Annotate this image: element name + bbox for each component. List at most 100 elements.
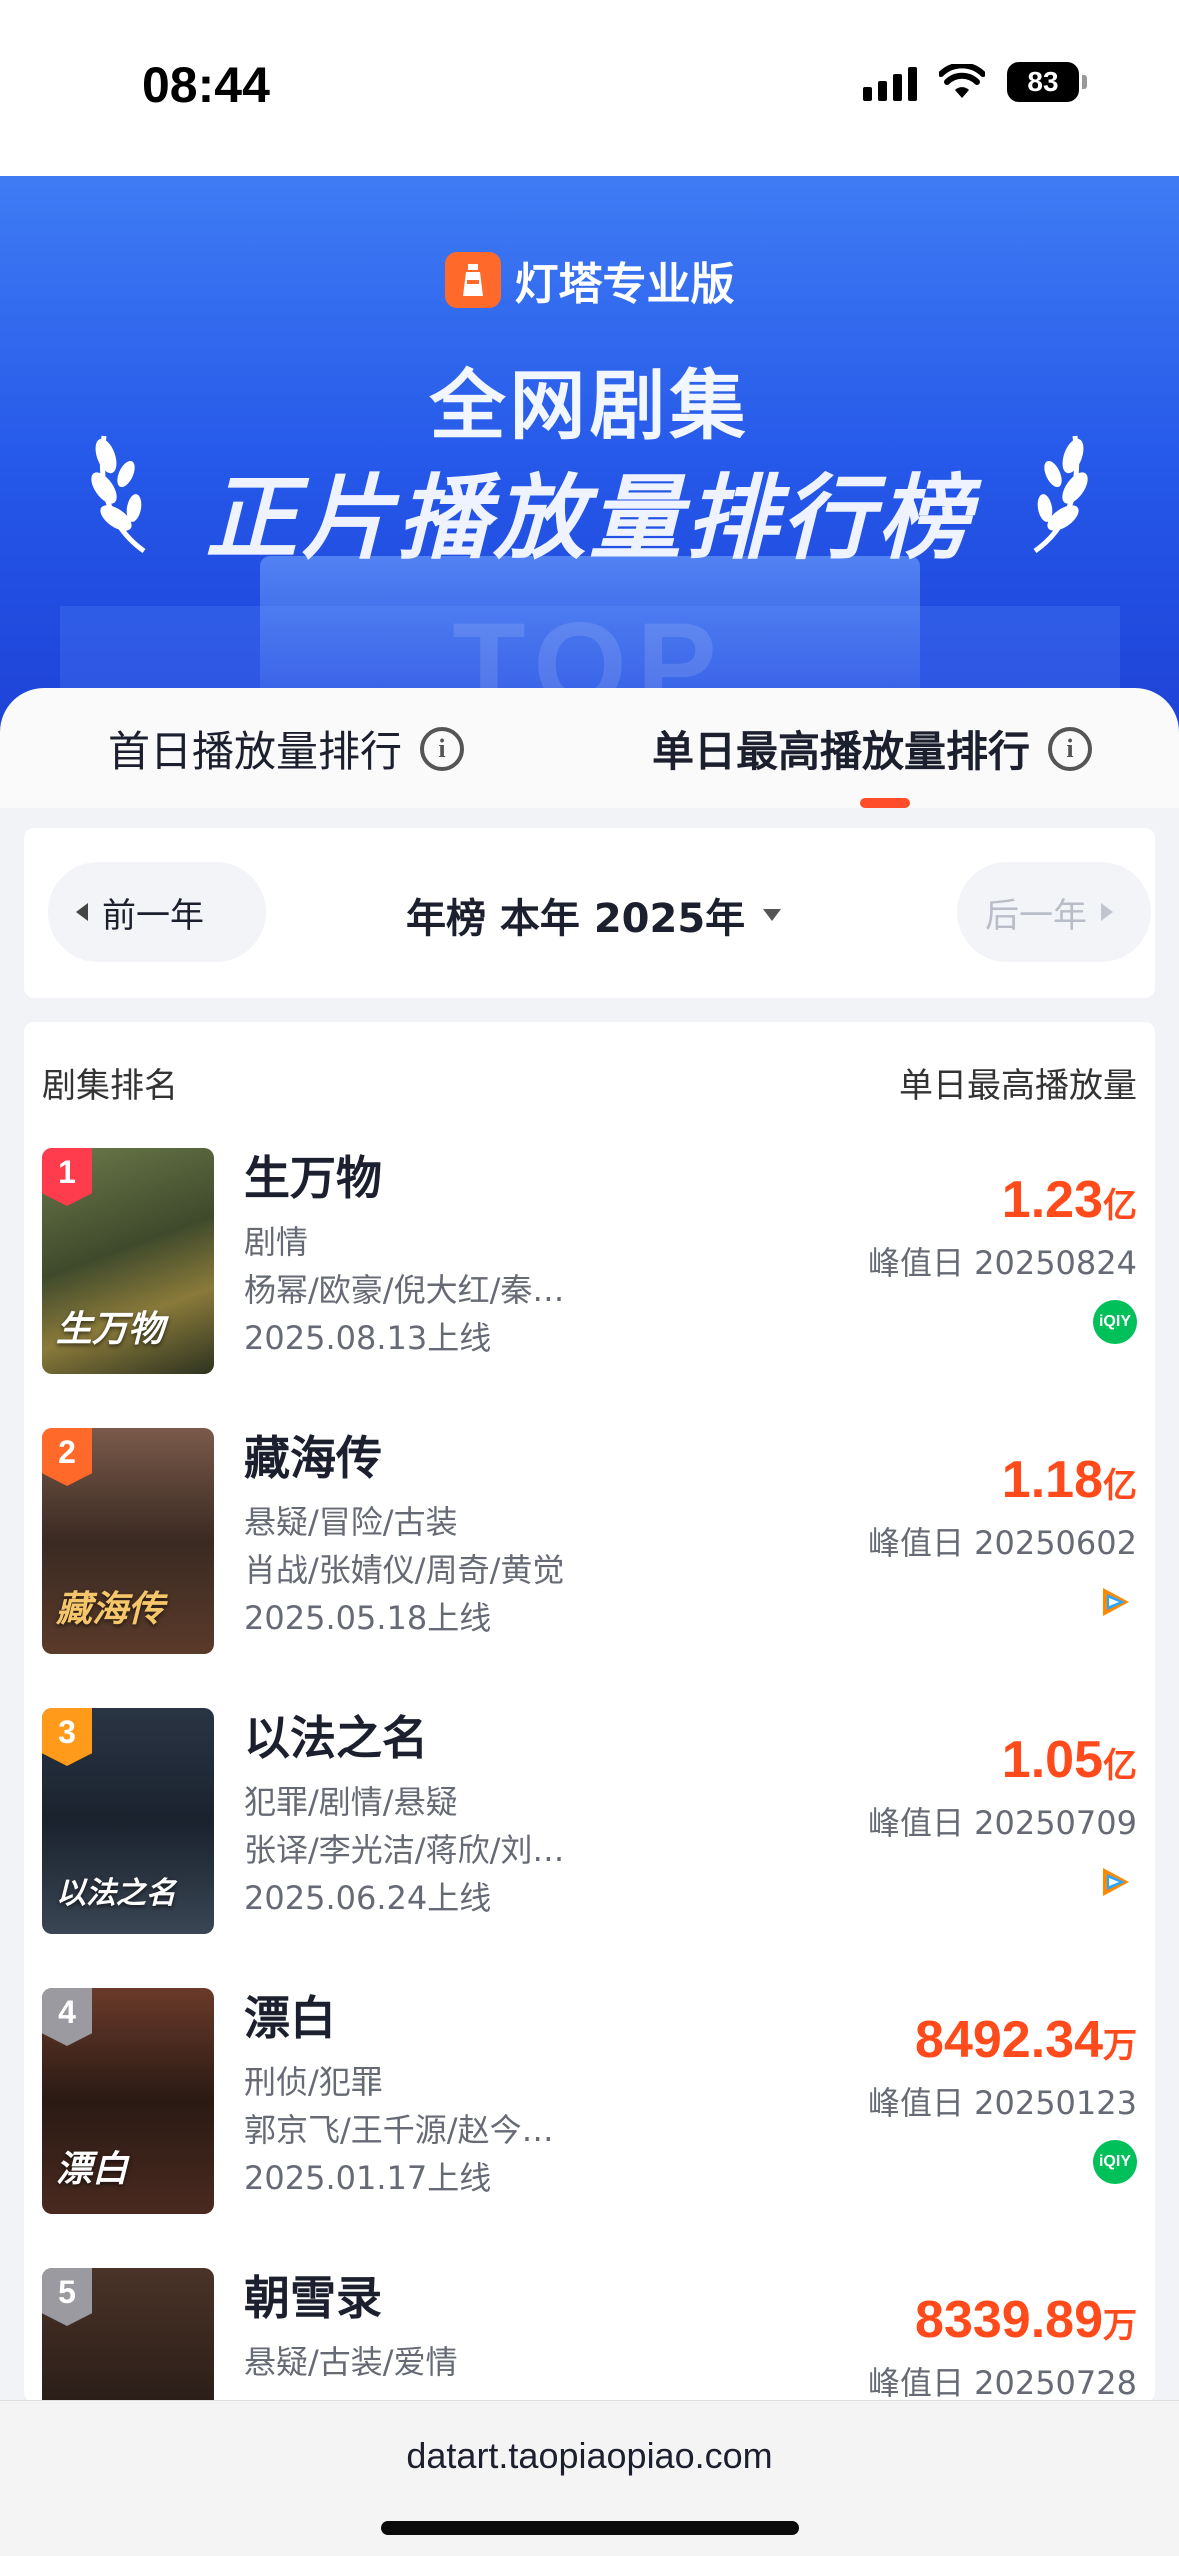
active-tab-indicator (860, 798, 910, 808)
wifi-icon (939, 64, 985, 98)
item-peak-date: 峰值日 20250602 (867, 1524, 1137, 1562)
poster-title: 以法之名 (56, 1876, 176, 1911)
cellular-signal-icon (863, 63, 917, 101)
item-unit: 亿 (1103, 1466, 1137, 1506)
brand-name: 灯塔专业版 (514, 259, 735, 310)
item-release: 2025.05.18上线 (244, 1599, 492, 1637)
year-dropdown[interactable]: 年榜 本年 2025年 (406, 886, 782, 944)
item-value: 1.18 (1001, 1451, 1103, 1509)
brand: 灯塔专业版 (0, 248, 1179, 312)
item-unit: 亿 (1103, 1746, 1137, 1786)
item-cast: 肖战/张婧仪/周奇/黄觉 (244, 1551, 565, 1589)
item-unit: 亿 (1103, 1186, 1137, 1226)
caret-down-icon (763, 909, 782, 921)
iqiyi-icon: iQIY (1093, 1300, 1137, 1344)
column-value-header: 单日最高播放量 (899, 1066, 1137, 1106)
poster-image: 4 漂白 (42, 1988, 214, 2214)
item-value: 1.05 (1001, 1731, 1103, 1789)
rank-badge: 2 (42, 1428, 92, 1486)
item-info: 生万物 剧情 杨幂/欧豪/倪大红/秦… 2025.08.13上线 (244, 1148, 664, 1362)
next-year-button[interactable]: 后一年 (957, 862, 1151, 962)
status-time: 08:44 (142, 57, 270, 113)
tab-first-day[interactable]: 首日播放量排行 i (108, 718, 465, 779)
poster-title: 漂白 (56, 2149, 129, 2190)
item-info: 藏海传 悬疑/冒险/古装 肖战/张婧仪/周奇/黄觉 2025.05.18上线 (244, 1428, 664, 1642)
item-title: 生万物 (244, 1151, 382, 1205)
prev-year-button[interactable]: 前一年 (48, 862, 266, 962)
rank-badge: 3 (42, 1708, 92, 1766)
item-unit: 万 (1103, 2026, 1137, 2066)
poster-image: 2 藏海传 (42, 1428, 214, 1654)
status-icons: 83 (863, 62, 1087, 102)
rank-badge: 5 (42, 2268, 92, 2326)
item-genres: 悬疑/古装/爱情 (244, 2343, 458, 2381)
year-selector: 前一年 年榜 本年 2025年 后一年 (24, 828, 1155, 998)
ranking-tabs: 首日播放量排行 i 单日最高播放量排行 i (0, 688, 1179, 808)
item-release: 2025.01.17上线 (244, 2159, 492, 2197)
item-info: 以法之名 犯罪/剧情/悬疑 张译/李光洁/蒋欣/刘… 2025.06.24上线 (244, 1708, 664, 1922)
item-cast: 张译/李光洁/蒋欣/刘… (244, 1831, 565, 1869)
ranking-list: 剧集排名 单日最高播放量 1 生万物 生万物 剧情 杨幂/欧豪/倪大红/秦… 2… (24, 1022, 1155, 2402)
rank-badge: 1 (42, 1148, 92, 1206)
item-value: 1.23 (1001, 1171, 1103, 1229)
poster-title: 生万物 (56, 1309, 165, 1350)
tencent-video-icon (1093, 1860, 1137, 1904)
next-year-label: 后一年 (985, 895, 1087, 936)
list-header: 剧集排名 单日最高播放量 (42, 1058, 1137, 1107)
list-item[interactable]: 5 朝雪录 悬疑/古装/爱情 8339.89万 峰值日 20250728 (42, 2268, 1137, 2402)
item-metrics: 8339.89万 峰值日 20250728 (868, 2290, 1137, 2402)
list-item[interactable]: 1 生万物 生万物 剧情 杨幂/欧豪/倪大红/秦… 2025.08.13上线 1… (42, 1148, 1137, 1388)
tencent-video-icon (1093, 1580, 1137, 1624)
year-dropdown-label: 年榜 本年 2025年 (406, 896, 746, 942)
tab-single-day-peak[interactable]: 单日最高播放量排行 i (652, 718, 1093, 779)
item-metrics: 1.05亿 峰值日 20250709 (868, 1730, 1137, 1906)
url-bar[interactable]: datart.taopiaopiao.com (0, 2435, 1179, 2477)
status-bar: 08:44 83 (0, 0, 1179, 176)
item-genres: 犯罪/剧情/悬疑 (244, 1783, 458, 1821)
prev-year-label: 前一年 (102, 895, 204, 936)
browser-bottom-bar: datart.taopiaopiao.com (0, 2400, 1179, 2556)
item-peak-date: 峰值日 20250824 (867, 1244, 1137, 1282)
item-value: 8492.34 (915, 2011, 1103, 2069)
item-peak-date: 峰值日 20250123 (867, 2084, 1137, 2122)
banner-title-line1: 全网剧集 (429, 361, 750, 450)
poster-image: 5 (42, 2268, 214, 2402)
item-genres: 刑侦/犯罪 (244, 2063, 383, 2101)
item-peak-date: 峰值日 20250709 (867, 1804, 1137, 1842)
item-genres: 悬疑/冒险/古装 (244, 1503, 458, 1541)
poster-title: 藏海传 (56, 1589, 165, 1630)
banner-title-line2: 正片播放量排行榜 (205, 465, 974, 572)
iqiyi-icon: iQIY (1093, 2140, 1137, 2184)
poster-image: 1 生万物 (42, 1148, 214, 1374)
item-value: 8339.89 (915, 2291, 1103, 2349)
triangle-right-icon (1101, 903, 1113, 921)
battery-icon: 83 (1007, 62, 1087, 102)
tab-label: 首日播放量排行 (108, 727, 403, 776)
poster-image: 3 以法之名 (42, 1708, 214, 1934)
rank-badge: 4 (42, 1988, 92, 2046)
item-info: 漂白 刑侦/犯罪 郭京飞/王千源/赵今… 2025.01.17上线 (244, 1988, 664, 2202)
item-metrics: 8492.34万 峰值日 20250123 iQIY (868, 2010, 1137, 2184)
item-title: 藏海传 (244, 1431, 382, 1485)
item-title: 漂白 (244, 1991, 336, 2045)
list-item[interactable]: 2 藏海传 藏海传 悬疑/冒险/古装 肖战/张婧仪/周奇/黄觉 2025.05.… (42, 1428, 1137, 1668)
item-cast: 郭京飞/王千源/赵今… (244, 2111, 554, 2149)
item-peak-date: 峰值日 20250728 (867, 2364, 1137, 2402)
lighthouse-logo-icon (444, 252, 501, 308)
info-icon[interactable]: i (420, 726, 465, 771)
item-release: 2025.06.24上线 (244, 1879, 492, 1917)
laurel-right-icon (1033, 435, 1088, 554)
list-item[interactable]: 3 以法之名 以法之名 犯罪/剧情/悬疑 张译/李光洁/蒋欣/刘… 2025.0… (42, 1708, 1137, 1948)
tab-label: 单日最高播放量排行 (652, 727, 1031, 776)
item-title: 以法之名 (244, 1711, 428, 1765)
item-metrics: 1.23亿 峰值日 20250824 iQIY (868, 1170, 1137, 1344)
item-release: 2025.08.13上线 (244, 1319, 492, 1357)
info-icon[interactable]: i (1048, 726, 1093, 771)
header-banner: TOP 灯塔专业版 全网剧集 正片播放量排行榜 (0, 176, 1179, 736)
list-item[interactable]: 4 漂白 漂白 刑侦/犯罪 郭京飞/王千源/赵今… 2025.01.17上线 8… (42, 1988, 1137, 2228)
home-indicator[interactable] (381, 2521, 799, 2535)
item-metrics: 1.18亿 峰值日 20250602 (868, 1450, 1137, 1626)
battery-level: 83 (1027, 66, 1059, 97)
item-cast: 杨幂/欧豪/倪大红/秦… (244, 1271, 565, 1309)
column-rank-header: 剧集排名 (42, 1066, 178, 1106)
